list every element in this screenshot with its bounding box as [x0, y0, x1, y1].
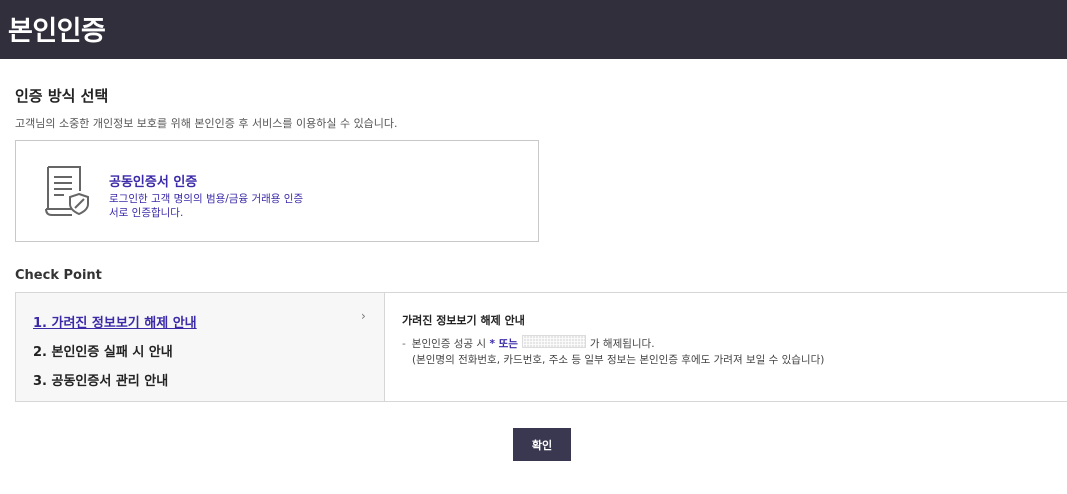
detail-line-2: (본인명의 전화번호, 카드번호, 주소 등 일부 정보는 본인인증 후에도 가…	[412, 354, 825, 366]
detail-line-1: - 본인인증 성공 시 * 또는 가 해제됩니다.	[402, 335, 655, 351]
checkpoint-panel: 1. 가려진 정보보기 해제 안내 › 2. 본인인증 실패 시 안내 3. 공…	[15, 292, 1067, 402]
confirm-button[interactable]: 확인	[513, 428, 571, 461]
detail-title: 가려진 정보보기 해제 안내	[402, 314, 525, 327]
certificate-auth-option[interactable]: 공동인증서 인증 로그인한 고객 명의의 범용/금융 거래용 인증서로 인증합니…	[15, 140, 539, 242]
certificate-auth-title: 공동인증서 인증	[109, 175, 198, 190]
certificate-icon	[45, 166, 89, 216]
chevron-right-icon: ›	[361, 309, 366, 323]
masked-info-placeholder	[521, 335, 586, 348]
detail-line-1-highlight: * 또는	[489, 338, 518, 350]
certificate-auth-description: 로그인한 고객 명의의 범용/금융 거래용 인증서로 인증합니다.	[109, 193, 304, 219]
checkpoint-item-cert-management[interactable]: 3. 공동인증서 관리 안내	[33, 370, 168, 389]
checkpoint-menu: 1. 가려진 정보보기 해제 안내 › 2. 본인인증 실패 시 안내 3. 공…	[16, 293, 385, 401]
checkpoint-title: Check Point	[15, 268, 102, 283]
page-header: 본인인증	[0, 0, 1067, 59]
checkpoint-item-auth-failure[interactable]: 2. 본인인증 실패 시 안내	[33, 341, 173, 360]
detail-line-1-suffix: 가 해제됩니다.	[589, 338, 655, 350]
checkpoint-item-masked-info[interactable]: 1. 가려진 정보보기 해제 안내	[33, 312, 197, 331]
section-description: 고객님의 소중한 개인정보 보호를 위해 본인인증 후 서비스를 이용하실 수 …	[15, 117, 398, 130]
bullet-dash: -	[402, 338, 406, 350]
checkpoint-detail: 가려진 정보보기 해제 안내 - 본인인증 성공 시 * 또는 가 해제됩니다. (…	[385, 293, 1067, 401]
detail-line-1-prefix: 본인인증 성공 시	[411, 338, 487, 350]
section-title: 인증 방식 선택	[15, 87, 109, 105]
page-title: 본인인증	[8, 16, 106, 47]
